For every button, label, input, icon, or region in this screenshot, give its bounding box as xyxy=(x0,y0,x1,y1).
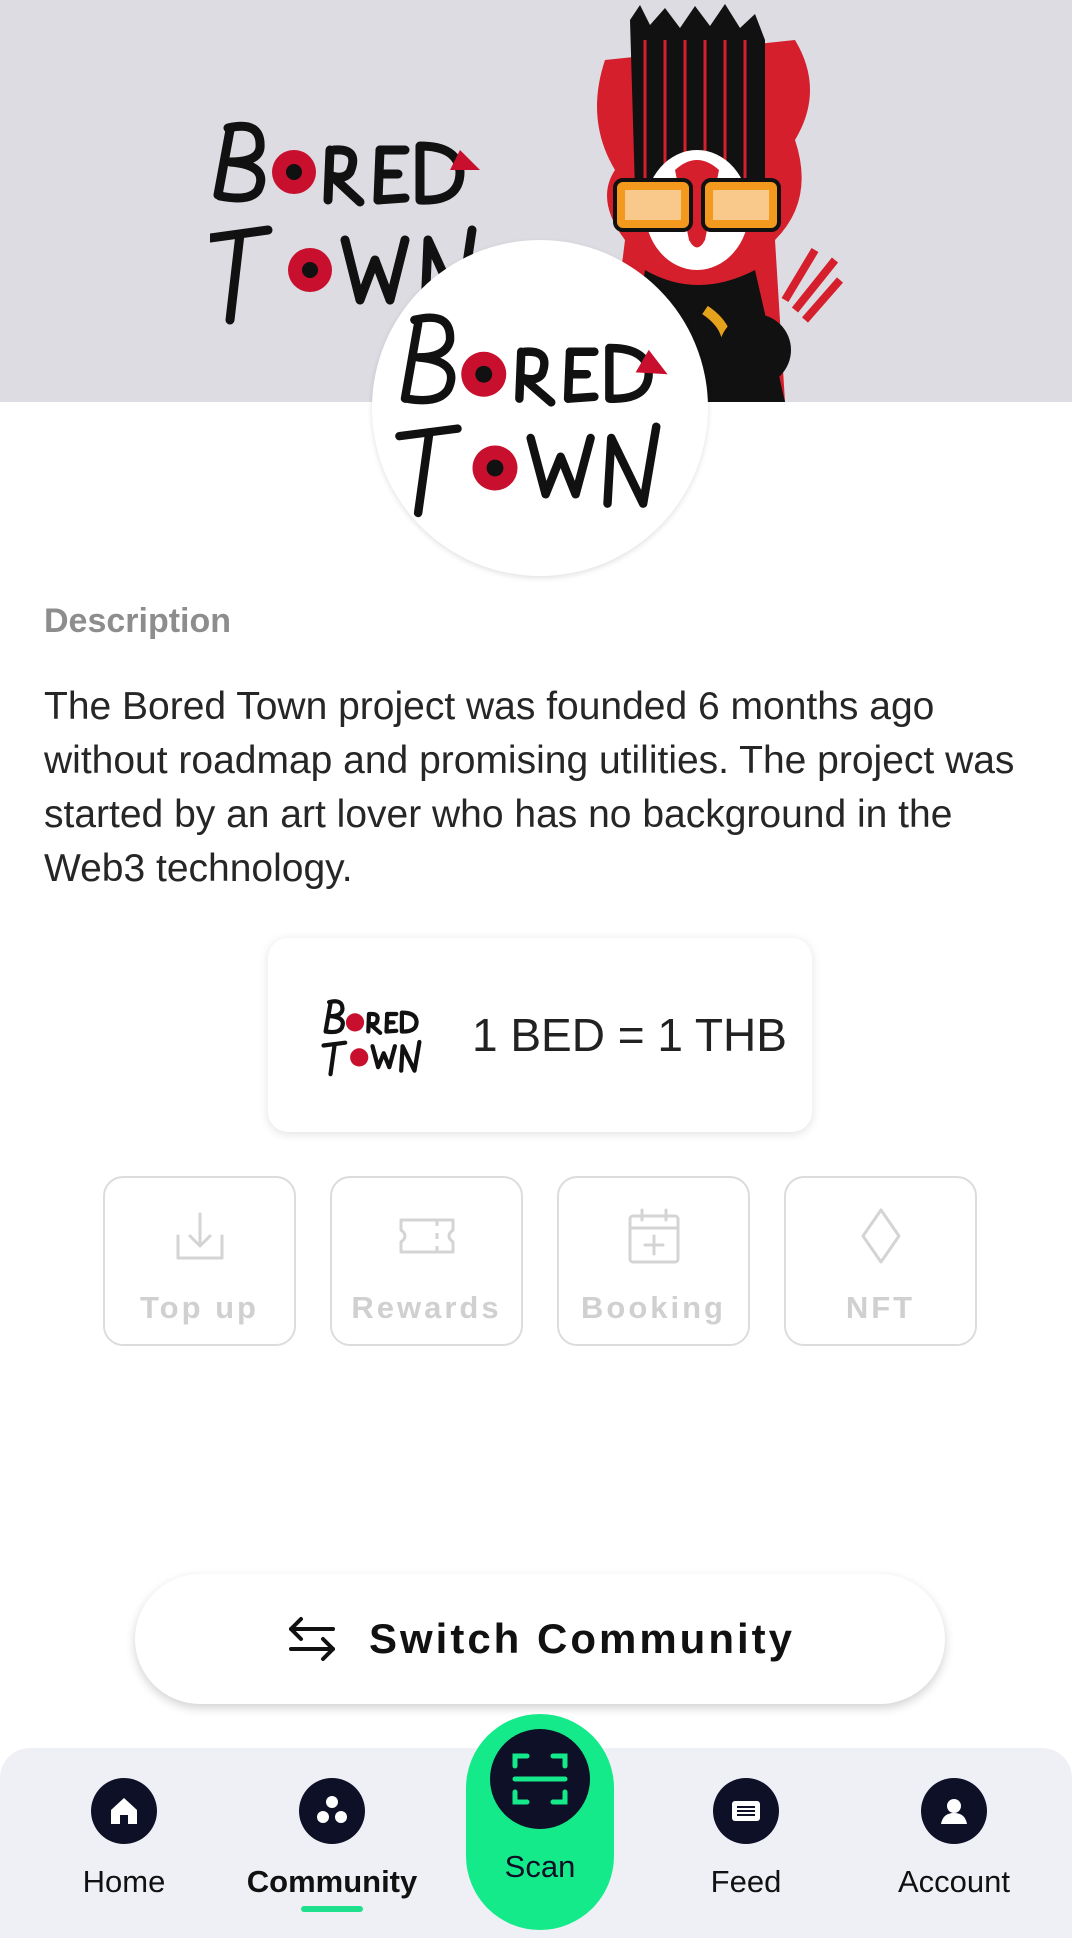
download-icon xyxy=(176,1212,223,1260)
nft-button[interactable]: NFT xyxy=(784,1176,977,1346)
nav-label-account: Account xyxy=(897,1864,1010,1899)
home-icon xyxy=(91,1778,157,1844)
booking-label: Booking xyxy=(581,1290,726,1325)
booking-button[interactable]: Booking xyxy=(557,1176,750,1346)
switch-community-label: Switch Community xyxy=(368,1615,796,1662)
scan-button[interactable]: Scan xyxy=(466,1714,614,1930)
description-text: The Bored Town project was founded 6 mon… xyxy=(44,685,1015,890)
feed-icon xyxy=(713,1778,779,1844)
calendar-plus-icon xyxy=(628,1208,679,1264)
rewards-label: Rewards xyxy=(351,1290,502,1325)
community-avatar xyxy=(372,240,708,576)
nav-item-account[interactable]: Account xyxy=(854,1748,1054,1938)
nav-item-home[interactable]: Home xyxy=(24,1748,224,1938)
community-icon xyxy=(299,1778,365,1844)
top-up-label: Top up xyxy=(140,1290,259,1325)
bored-town-logo xyxy=(395,313,668,518)
exchange-rate-card: 1 BED = 1 THB xyxy=(268,938,812,1132)
ticket-icon xyxy=(399,1218,454,1254)
exchange-rate-text: 1 BED = 1 THB xyxy=(472,1009,787,1061)
diamond-icon xyxy=(861,1208,900,1264)
scan-icon xyxy=(490,1729,590,1829)
nav-label-home: Home xyxy=(82,1864,166,1899)
active-tab-indicator xyxy=(301,1906,363,1912)
nav-label-feed: Feed xyxy=(710,1864,782,1899)
account-icon xyxy=(921,1778,987,1844)
switch-community-button[interactable]: Switch Community xyxy=(135,1574,945,1704)
nav-item-community[interactable]: Community xyxy=(232,1748,432,1938)
nft-label: NFT xyxy=(845,1290,916,1325)
top-up-button[interactable]: Top up xyxy=(103,1176,296,1346)
nav-label-community: Community xyxy=(246,1864,418,1899)
nav-label-scan: Scan xyxy=(504,1849,576,1884)
action-buttons: Top up Rewards Booking NFT xyxy=(103,1176,977,1346)
bored-town-token-logo xyxy=(321,999,422,1077)
nav-item-feed[interactable]: Feed xyxy=(646,1748,846,1938)
rewards-button[interactable]: Rewards xyxy=(330,1176,523,1346)
description-label: Description xyxy=(44,602,232,640)
swap-arrows-icon xyxy=(288,1617,335,1661)
